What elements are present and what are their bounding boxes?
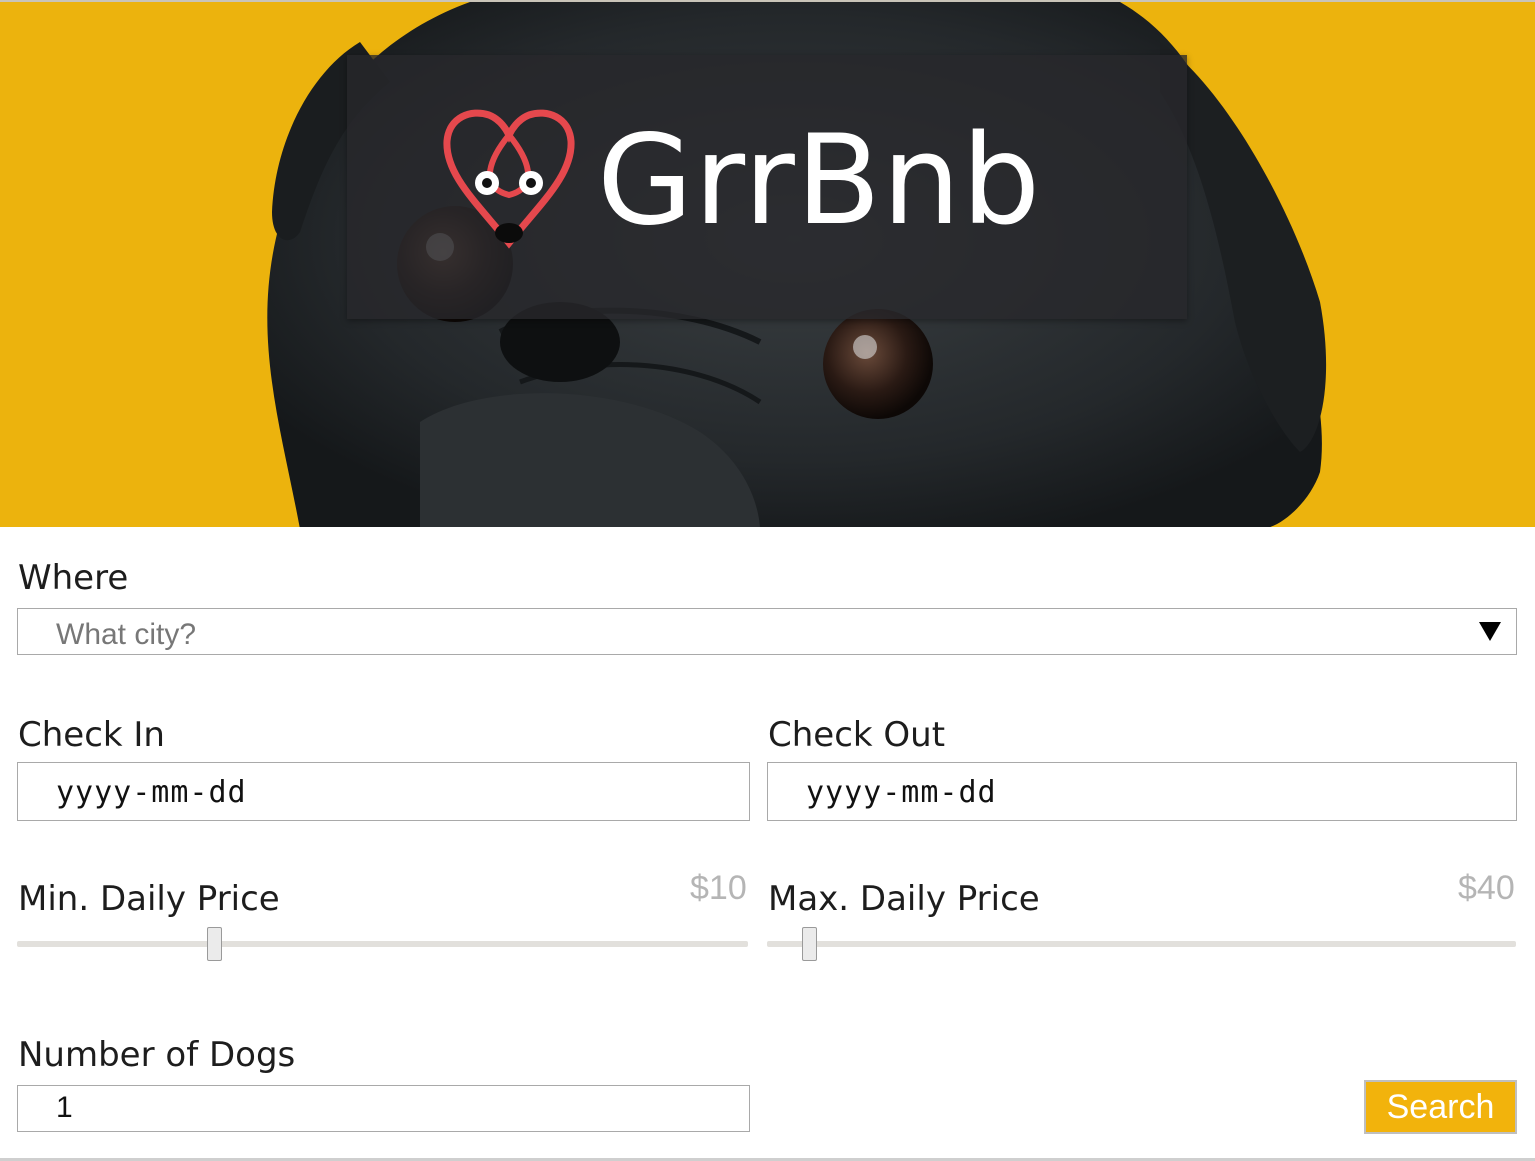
check-out-input[interactable]: yyyy-mm-dd	[767, 762, 1517, 821]
city-select-placeholder: What city?	[56, 618, 197, 651]
check-in-input[interactable]: yyyy-mm-dd	[17, 762, 750, 821]
city-select[interactable]: What city?	[17, 608, 1517, 655]
check-in-placeholder: yyyy-mm-dd	[56, 775, 247, 810]
dogs-input[interactable]: 1	[17, 1085, 750, 1132]
max-price-value: $40	[1458, 869, 1515, 907]
brand-name: GrrBnb	[597, 109, 1042, 253]
search-button[interactable]: Search	[1364, 1080, 1517, 1134]
min-price-slider-track[interactable]	[17, 941, 748, 947]
check-out-label: Check Out	[768, 715, 946, 755]
caret-down-icon	[1479, 622, 1501, 641]
dogs-label: Number of Dogs	[18, 1035, 296, 1075]
min-price-slider-thumb[interactable]	[207, 927, 222, 961]
logo-overlay: GrrBnb	[347, 55, 1187, 319]
hero-banner: GrrBnb	[0, 0, 1535, 527]
where-label: Where	[18, 558, 129, 598]
check-out-placeholder: yyyy-mm-dd	[806, 775, 997, 810]
dog-heart-logo-icon	[443, 109, 575, 249]
dogs-value: 1	[56, 1091, 73, 1124]
min-price-label: Min. Daily Price	[18, 879, 280, 919]
max-price-label: Max. Daily Price	[768, 879, 1040, 919]
min-price-value: $10	[690, 869, 747, 907]
check-in-label: Check In	[18, 715, 165, 755]
max-price-slider-track[interactable]	[767, 941, 1516, 947]
max-price-slider-thumb[interactable]	[802, 927, 817, 961]
